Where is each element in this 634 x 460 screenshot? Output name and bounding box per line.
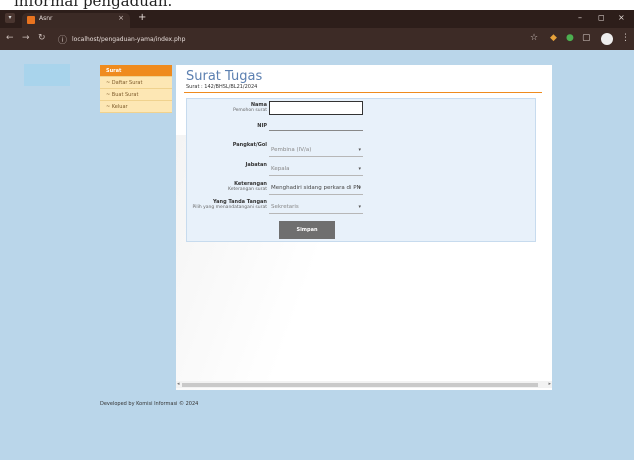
pangkat-value: Pembina (IV/a)	[271, 147, 312, 153]
close-window-button[interactable]: ×	[618, 13, 625, 22]
tab-title: Asnr	[39, 15, 53, 22]
form-panel: Nama Pemohon surat NIP Pangkat/Gol Pembi…	[186, 98, 536, 242]
pangkat-label-group: Pangkat/Gol	[189, 142, 267, 148]
simpan-button[interactable]: Simpan	[279, 221, 335, 239]
ttd-value: Sekretaris	[271, 204, 299, 210]
sidebar-menu: Surat ~ Daftar Surat ~ Buat Surat ~ Kelu…	[100, 65, 172, 113]
favicon-icon	[27, 16, 35, 24]
extension-green-icon[interactable]: ●	[566, 33, 574, 43]
keterangan-label-group: Keterangan Keterangan surat	[189, 181, 267, 192]
back-icon[interactable]: ←	[6, 33, 14, 43]
title-divider	[184, 92, 542, 93]
scroll-left-icon[interactable]: ◂	[177, 381, 180, 387]
browser-tab[interactable]: Asnr ×	[22, 13, 130, 28]
page-subtitle: Surat : 142/BHSL/BL21/2024	[186, 84, 258, 90]
scroll-right-icon[interactable]: ▸	[548, 381, 551, 387]
document-caption: informal pengaduan.	[0, 0, 634, 10]
chevron-down-icon: ▾	[358, 185, 361, 191]
bookmark-star-icon[interactable]: ☆	[530, 33, 538, 43]
nip-input[interactable]	[269, 130, 363, 131]
pangkat-label: Pangkat/Gol	[232, 142, 267, 148]
sidebar-item-buat-surat[interactable]: ~ Buat Surat	[100, 89, 172, 101]
main-content: Surat Tugas Surat : 142/BHSL/BL21/2024 N…	[176, 65, 552, 390]
pangkat-select[interactable]: Pembina (IV/a) ▾	[269, 145, 363, 157]
footer-text: Developed by Komisi Informasi © 2024	[100, 401, 199, 407]
site-info-icon[interactable]: ⓘ	[58, 33, 67, 46]
browser-toolbar: ← → ↻ ⓘ localhost/pengaduan-yama/index.p…	[0, 28, 634, 50]
sidebar-item-keluar[interactable]: ~ Keluar	[100, 101, 172, 113]
tab-search-icon[interactable]: ▾	[5, 13, 15, 23]
nama-input[interactable]	[269, 101, 363, 115]
nip-label: NIP	[257, 123, 267, 129]
minimize-button[interactable]: –	[578, 13, 582, 22]
ttd-sublabel: Pilih yang menandatangani surat	[192, 205, 267, 210]
maximize-button[interactable]: ◻	[598, 13, 605, 22]
chevron-down-icon: ▾	[358, 147, 361, 153]
tab-bar: ▾ Asnr × + – ◻ ×	[0, 10, 634, 28]
profile-avatar[interactable]	[601, 33, 613, 45]
nip-label-group: NIP	[189, 123, 267, 129]
chevron-down-icon: ▾	[358, 166, 361, 172]
menu-dots-icon[interactable]: ⋮	[621, 33, 630, 43]
extensions-puzzle-icon[interactable]: ▢	[582, 33, 591, 43]
tab-close-icon[interactable]: ×	[118, 14, 124, 22]
extension-icon[interactable]: ◆	[550, 33, 557, 43]
jabatan-label: Jabatan	[245, 162, 267, 168]
caption-text: informal pengaduan.	[14, 0, 173, 10]
scrollbar-thumb[interactable]	[182, 383, 538, 387]
jabatan-value: Kepala	[271, 166, 290, 172]
forward-icon[interactable]: →	[22, 33, 30, 43]
jabatan-select[interactable]: Kepala ▾	[269, 164, 363, 176]
browser-window: ▾ Asnr × + – ◻ × ← → ↻ ⓘ localhost/penga…	[0, 10, 634, 460]
sidebar-item-surat[interactable]: Surat	[100, 65, 172, 77]
nama-sublabel: Pemohon surat	[233, 108, 267, 113]
ttd-label-group: Yang Tanda Tangan Pilih yang menandatang…	[189, 199, 267, 210]
new-tab-button[interactable]: +	[138, 12, 146, 23]
address-bar[interactable]: localhost/pengaduan-yama/index.php	[72, 36, 185, 43]
page-title: Surat Tugas	[186, 69, 263, 84]
site-logo	[24, 64, 70, 86]
sidebar-item-daftar-surat[interactable]: ~ Daftar Surat	[100, 77, 172, 89]
keterangan-sublabel: Keterangan surat	[228, 187, 267, 192]
horizontal-scrollbar[interactable]: ◂ ▸	[176, 381, 552, 388]
keterangan-value: Menghadiri sidang perkara di PN	[271, 185, 361, 191]
jabatan-label-group: Jabatan	[189, 162, 267, 168]
chevron-down-icon: ▾	[358, 204, 361, 210]
keterangan-select[interactable]: Menghadiri sidang perkara di PN ▾	[269, 183, 363, 195]
nama-label-group: Nama Pemohon surat	[189, 102, 267, 113]
ttd-select[interactable]: Sekretaris ▾	[269, 202, 363, 214]
reload-icon[interactable]: ↻	[38, 33, 46, 43]
